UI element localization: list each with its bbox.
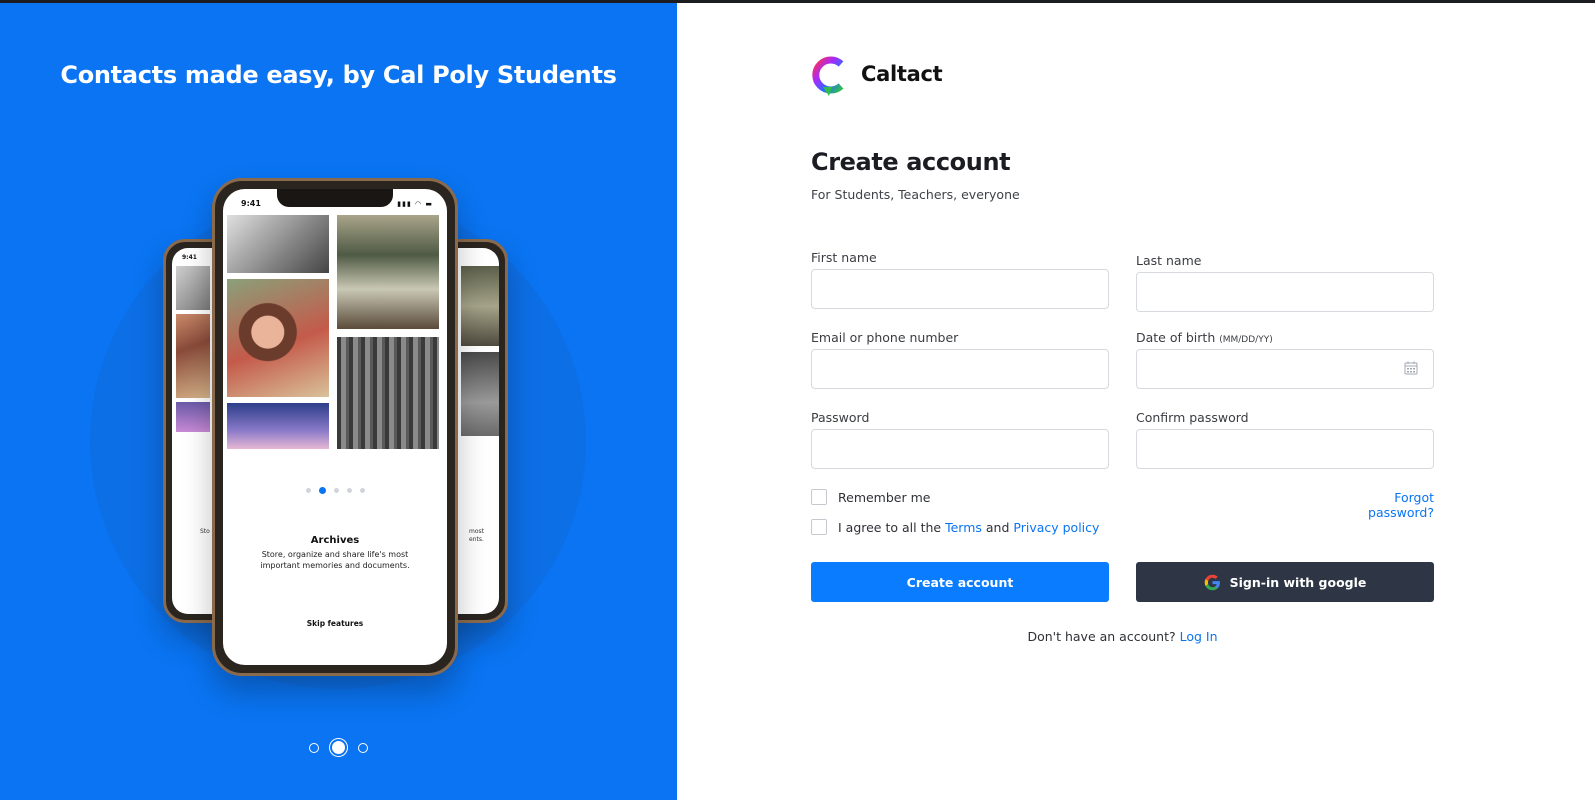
brand-name: Caltact [861, 62, 943, 86]
phone-notch [277, 189, 393, 207]
terms-link[interactable]: Terms [945, 520, 982, 535]
remember-me-checkbox[interactable] [811, 489, 827, 505]
photo-tile [176, 402, 210, 432]
last-name-input[interactable] [1136, 272, 1434, 312]
photo-tile [461, 266, 499, 346]
confirm-password-label: Confirm password [1136, 410, 1249, 425]
hero-title: Contacts made easy, by Cal Poly Students [60, 61, 617, 89]
phone-feature-desc: Store, organize and share life's most im… [260, 550, 410, 570]
password-label: Password [811, 410, 870, 425]
photo-tile-lake [337, 215, 439, 329]
phone-skip-features: Skip features [306, 619, 364, 628]
phone-time: 9:41 [241, 199, 261, 208]
agree-terms-label: I agree to all the Terms and Privacy pol… [838, 520, 1099, 535]
password-input[interactable] [811, 429, 1109, 469]
caltact-logo-icon [812, 56, 844, 96]
email-label: Email or phone number [811, 330, 959, 345]
phone-mockup-main: 9:41 ▮▮▮ ◠ ▬ Archives Store, organize an… [212, 178, 458, 676]
first-name-label: First name [811, 250, 877, 265]
carousel-dot-1[interactable] [309, 742, 319, 753]
google-sign-in-label: Sign-in with google [1229, 574, 1367, 590]
hero-carousel-dots [309, 741, 368, 754]
last-name-label: Last name [1136, 253, 1202, 268]
phone-left-time: 9:41 [182, 254, 197, 261]
date-of-birth-input[interactable] [1136, 349, 1434, 389]
photo-tile-baby [227, 215, 329, 273]
agree-terms-checkbox[interactable] [811, 519, 827, 535]
phone-dot [346, 488, 352, 493]
photo-tile [176, 314, 210, 398]
phone-feature-dots [223, 480, 447, 499]
email-or-phone-input[interactable] [811, 349, 1109, 389]
create-account-button[interactable]: Create account [811, 562, 1109, 602]
calendar-icon[interactable] [1404, 361, 1418, 375]
confirm-password-input[interactable] [1136, 429, 1434, 469]
remember-me-label: Remember me [838, 490, 931, 505]
phone-feature-title: Archives [310, 535, 360, 546]
page-subtitle: For Students, Teachers, everyone [811, 187, 1020, 202]
phone-main-screen: 9:41 ▮▮▮ ◠ ▬ Archives Store, organize an… [223, 189, 447, 665]
phone-right-caption: most ents. [469, 528, 484, 543]
phone-dot-active [318, 487, 326, 494]
agree-prefix-text: I agree to all the [838, 520, 942, 535]
agree-and-text: and [985, 520, 1010, 535]
google-sign-in-button[interactable]: Sign-in with google [1136, 562, 1434, 602]
login-link[interactable]: Log In [1180, 629, 1218, 644]
photo-tile-selfie [227, 279, 329, 397]
phone-dot [305, 488, 311, 493]
google-icon [1204, 574, 1220, 590]
carousel-dot-3[interactable] [358, 742, 368, 753]
phone-status-icons: ▮▮▮ ◠ ▬ [397, 200, 433, 208]
dob-format-hint: (MM/DD/YY) [1219, 335, 1273, 345]
photo-tile [461, 352, 499, 436]
phone-dot [359, 488, 365, 493]
phone-dot [333, 488, 339, 493]
hero-panel: Contacts made easy, by Cal Poly Students… [0, 3, 677, 800]
photo-tile [176, 266, 210, 310]
first-name-input[interactable] [811, 269, 1109, 309]
no-account-text: Don't have an account? [1027, 629, 1176, 644]
photo-tile-forest [337, 337, 439, 449]
dob-label: Date of birth (MM/DD/YY) [1136, 330, 1273, 345]
forgot-password-link[interactable]: Forgot password? [1330, 490, 1434, 520]
login-prompt: Don't have an account? Log In [811, 629, 1434, 644]
privacy-policy-link[interactable]: Privacy policy [1013, 520, 1099, 535]
photo-tile-sky [227, 403, 329, 449]
dob-label-text: Date of birth [1136, 330, 1216, 345]
carousel-dot-2[interactable] [332, 741, 345, 754]
page-title: Create account [811, 148, 1011, 176]
